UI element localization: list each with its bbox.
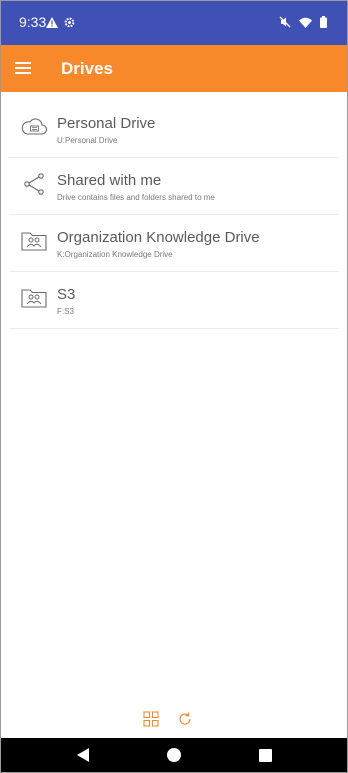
drive-subtitle: F:S3 bbox=[57, 307, 74, 316]
grid-view-icon[interactable] bbox=[143, 711, 159, 727]
drive-name: Shared with me bbox=[57, 172, 162, 189]
drive-item-shared[interactable]: Shared with me Drive contains files and … bbox=[9, 158, 339, 215]
app-bar: Drives bbox=[1, 45, 347, 92]
status-bar: 9:33 bbox=[1, 1, 347, 45]
gear-icon bbox=[64, 15, 75, 33]
status-time: 9:33 bbox=[19, 14, 47, 30]
drive-list: Personal Drive U:Personal Drive Shared w… bbox=[1, 101, 347, 329]
navigation-bar bbox=[1, 738, 347, 772]
drive-subtitle: K:Organization Knowledge Drive bbox=[57, 250, 173, 259]
drive-subtitle: U:Personal Drive bbox=[57, 136, 118, 145]
battery-icon bbox=[320, 15, 327, 33]
mute-icon bbox=[279, 15, 291, 33]
warning-icon bbox=[46, 15, 58, 33]
group-folder-icon bbox=[20, 284, 48, 312]
home-button[interactable] bbox=[167, 748, 181, 767]
share-icon bbox=[20, 170, 48, 198]
drive-item-s3[interactable]: S3 F:S3 bbox=[9, 272, 339, 329]
bottom-toolbar bbox=[1, 709, 347, 731]
hamburger-menu-icon[interactable] bbox=[13, 57, 35, 79]
drive-name: Organization Knowledge Drive bbox=[57, 229, 260, 246]
drive-item-organization[interactable]: Organization Knowledge Drive K:Organizat… bbox=[9, 215, 339, 272]
recents-button[interactable] bbox=[259, 749, 272, 767]
drive-name: S3 bbox=[57, 286, 76, 303]
drive-name: Personal Drive bbox=[57, 115, 156, 132]
drive-item-personal[interactable]: Personal Drive U:Personal Drive bbox=[9, 101, 339, 158]
back-button[interactable] bbox=[76, 748, 90, 767]
cloud-drive-icon bbox=[20, 113, 48, 141]
group-folder-icon bbox=[20, 227, 48, 255]
page-title: Drives bbox=[61, 59, 113, 78]
refresh-icon[interactable] bbox=[177, 711, 193, 727]
app-window: 9:33 Drives Personal Drive U:Personal Dr… bbox=[0, 0, 348, 773]
wifi-icon bbox=[299, 15, 312, 33]
drive-subtitle: Drive contains files and folders shared … bbox=[57, 193, 215, 202]
